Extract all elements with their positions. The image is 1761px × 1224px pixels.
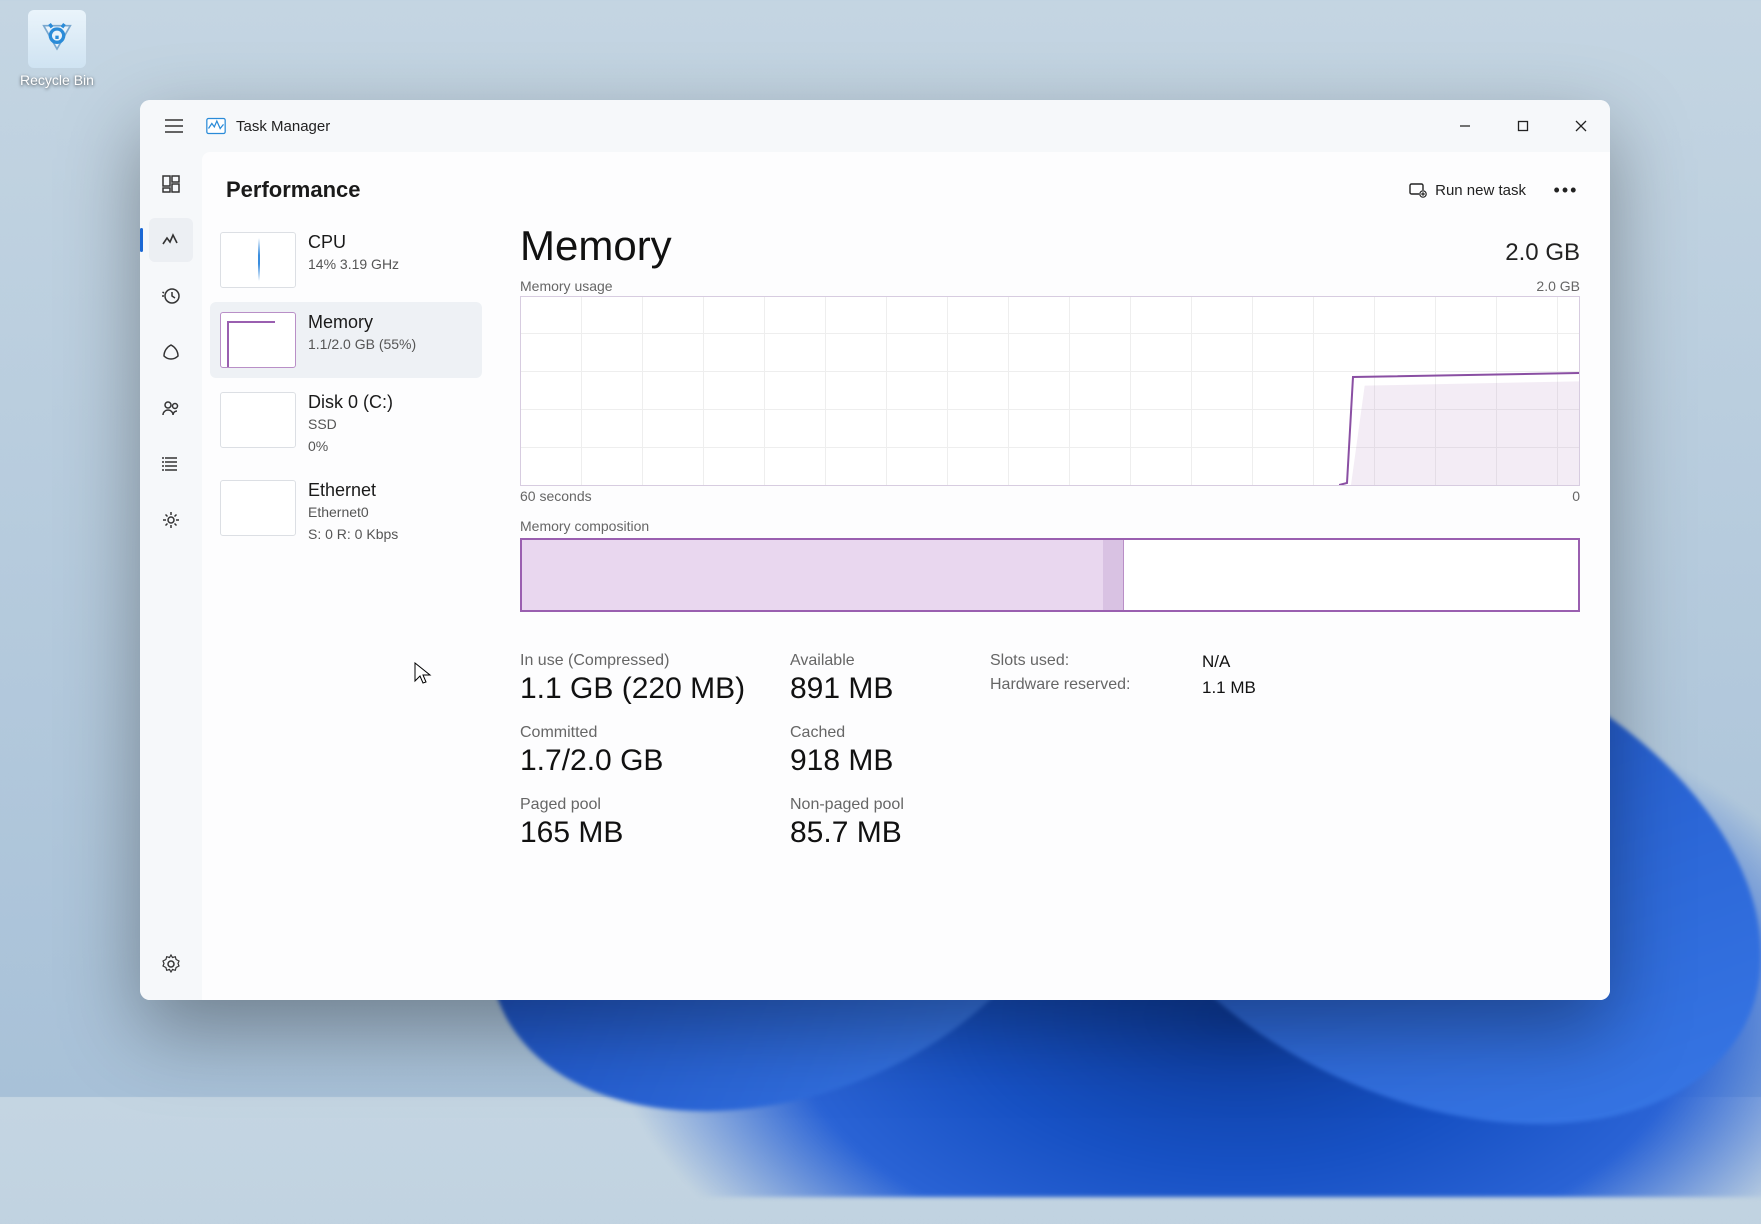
cpu-thumb-icon: [220, 232, 296, 288]
stat-value: 165 MB: [520, 816, 790, 850]
run-new-task-button[interactable]: Run new task: [1397, 173, 1538, 207]
app-icon: [206, 116, 226, 136]
desktop-icon-recycle-bin[interactable]: Recycle Bin: [12, 10, 102, 88]
memory-composition-bar[interactable]: [520, 538, 1580, 612]
x-axis-left: 60 seconds: [520, 488, 592, 504]
perf-item-sub2: 0%: [308, 437, 472, 457]
stats-grid: In use (Compressed) 1.1 GB (220 MB) Avai…: [520, 652, 1580, 850]
perf-item-sub: Ethernet0: [308, 503, 472, 523]
info-label: Hardware reserved:: [990, 676, 1190, 694]
perf-item-label: Memory: [308, 312, 472, 333]
nav-users[interactable]: [149, 386, 193, 430]
page-title: Performance: [226, 177, 361, 203]
perf-item-disk[interactable]: Disk 0 (C:) SSD 0%: [210, 382, 482, 466]
composition-label: Memory composition: [520, 518, 1580, 534]
info-values: N/A 1.1 MB: [1190, 652, 1580, 698]
composition-modified: [1103, 540, 1124, 610]
nav-processes[interactable]: [149, 162, 193, 206]
content-area: Performance Run new task •••: [202, 152, 1610, 1000]
run-task-label: Run new task: [1435, 182, 1526, 199]
detail-panel: Memory 2.0 GB Memory usage 2.0 GB: [490, 222, 1610, 1000]
stat-paged: Paged pool 165 MB: [520, 796, 790, 850]
perf-item-sub2: S: 0 R: 0 Kbps: [308, 525, 472, 545]
detail-title: Memory: [520, 222, 672, 270]
stat-label: Non-paged pool: [790, 796, 990, 814]
perf-item-label: Ethernet: [308, 480, 472, 501]
stat-label: Committed: [520, 724, 790, 742]
stat-value: 85.7 MB: [790, 816, 990, 850]
titlebar[interactable]: Task Manager: [140, 100, 1610, 152]
memory-thumb-icon: [220, 312, 296, 368]
stat-committed: Committed 1.7/2.0 GB: [520, 724, 790, 778]
detail-total: 2.0 GB: [1505, 239, 1580, 267]
stat-label: Cached: [790, 724, 990, 742]
stat-label: Paged pool: [520, 796, 790, 814]
nav-rail: [140, 152, 202, 1000]
usage-label: Memory usage: [520, 278, 613, 294]
stat-cached: Cached 918 MB: [790, 724, 990, 778]
composition-in-use: [522, 540, 1103, 610]
close-button[interactable]: [1552, 104, 1610, 148]
performance-sidebar: CPU 14% 3.19 GHz Memory 1.1/2.0 GB (55%): [210, 222, 490, 1000]
nav-details[interactable]: [149, 442, 193, 486]
perf-item-label: CPU: [308, 232, 472, 253]
stat-value: 918 MB: [790, 744, 990, 778]
info-value: 1.1 MB: [1202, 678, 1580, 698]
stat-in-use: In use (Compressed) 1.1 GB (220 MB): [520, 652, 790, 706]
perf-item-cpu[interactable]: CPU 14% 3.19 GHz: [210, 222, 482, 298]
stat-available: Available 891 MB: [790, 652, 990, 706]
more-button[interactable]: •••: [1546, 170, 1586, 210]
nav-performance[interactable]: [149, 218, 193, 262]
recycle-bin-icon: [28, 10, 86, 68]
usage-graph-block: Memory usage 2.0 GB 60 seconds 0: [520, 278, 1580, 504]
stat-value: 891 MB: [790, 672, 990, 706]
task-manager-window: Task Manager: [140, 100, 1610, 1000]
perf-item-memory[interactable]: Memory 1.1/2.0 GB (55%): [210, 302, 482, 378]
usage-max: 2.0 GB: [1536, 278, 1580, 294]
minimize-button[interactable]: [1436, 104, 1494, 148]
stat-label: Available: [790, 652, 990, 670]
stat-value: 1.7/2.0 GB: [520, 744, 790, 778]
perf-item-sub: 1.1/2.0 GB (55%): [308, 335, 472, 355]
perf-item-label: Disk 0 (C:): [308, 392, 472, 413]
stat-nonpaged: Non-paged pool 85.7 MB: [790, 796, 990, 850]
nav-app-history[interactable]: [149, 274, 193, 318]
perf-item-ethernet[interactable]: Ethernet Ethernet0 S: 0 R: 0 Kbps: [210, 470, 482, 554]
app-title: Task Manager: [236, 118, 330, 135]
hamburger-button[interactable]: [154, 106, 194, 146]
maximize-button[interactable]: [1494, 104, 1552, 148]
perf-item-sub: 14% 3.19 GHz: [308, 255, 472, 275]
x-axis-right: 0: [1572, 488, 1580, 504]
info-value: N/A: [1202, 652, 1580, 672]
ethernet-thumb-icon: [220, 480, 296, 536]
nav-services[interactable]: [149, 498, 193, 542]
more-icon: •••: [1554, 180, 1579, 201]
info-labels: Slots used: Hardware reserved:: [990, 652, 1190, 694]
disk-thumb-icon: [220, 392, 296, 448]
nav-settings[interactable]: [149, 942, 193, 986]
graph-line: [1339, 365, 1579, 485]
stat-label: In use (Compressed): [520, 652, 790, 670]
perf-item-sub: SSD: [308, 415, 472, 435]
run-task-icon: [1409, 181, 1427, 199]
info-label: Slots used:: [990, 652, 1190, 670]
stat-value: 1.1 GB (220 MB): [520, 672, 790, 706]
memory-usage-graph[interactable]: [520, 296, 1580, 486]
desktop-icon-label: Recycle Bin: [12, 72, 102, 88]
nav-startup[interactable]: [149, 330, 193, 374]
